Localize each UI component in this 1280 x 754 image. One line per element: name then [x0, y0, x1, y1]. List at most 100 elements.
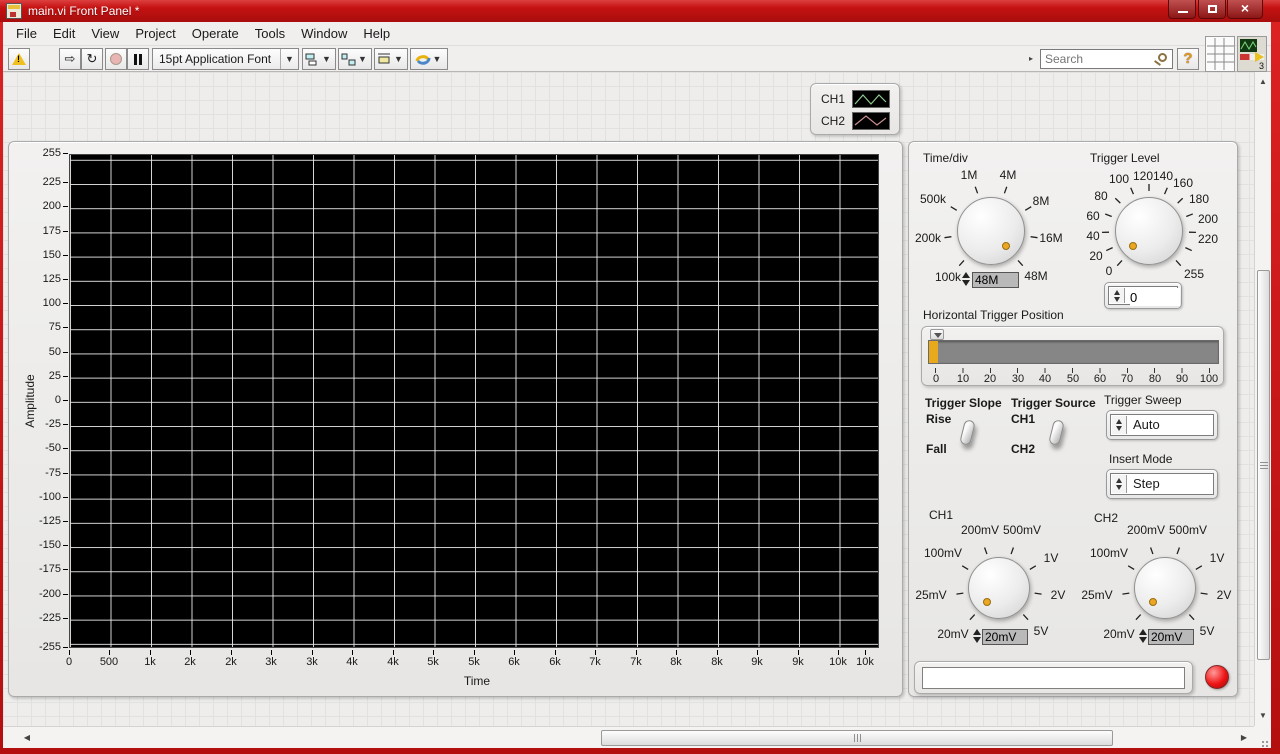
timediv-knob-indicator	[1002, 242, 1010, 250]
y-tick: 50	[15, 346, 68, 359]
ch2-scale-label: 200mV	[1126, 523, 1166, 537]
timediv-knob[interactable]	[957, 197, 1025, 265]
trigger-level-knob[interactable]	[1115, 197, 1183, 265]
x-tick: 10k	[845, 650, 885, 669]
trigger-level-spinner[interactable]	[1110, 288, 1125, 303]
trigger-sweep-control[interactable]: Auto	[1106, 410, 1218, 440]
vi-icon-button[interactable]: 3	[1237, 36, 1267, 72]
panel-grid-icon[interactable]	[1205, 36, 1235, 72]
menu-view[interactable]: View	[91, 26, 119, 41]
vertical-scroll-thumb[interactable]	[1257, 270, 1270, 660]
ch2-knob[interactable]	[1134, 557, 1196, 619]
close-button[interactable]: ×	[1227, 0, 1263, 19]
distribute-objects-button[interactable]: ▼	[338, 48, 372, 70]
ch2-spinner[interactable]	[1138, 629, 1148, 643]
trigger-source-switch[interactable]	[1048, 418, 1065, 448]
trigger-sweep-value: Auto	[1133, 417, 1160, 432]
legend-ch1-row[interactable]: CH1	[817, 88, 893, 110]
slider-pointer[interactable]	[930, 329, 944, 340]
close-icon: ×	[1240, 0, 1250, 16]
search-box	[1040, 49, 1173, 69]
menu-edit[interactable]: Edit	[53, 26, 75, 41]
abort-button[interactable]	[105, 48, 127, 70]
trigger-level-value-box	[1104, 282, 1182, 309]
vi-waveform-icon	[1240, 39, 1257, 52]
legend-ch2-row[interactable]: CH2	[817, 110, 893, 132]
slider-tick-label: 30	[1011, 373, 1025, 385]
slider-tick-label: 20	[983, 373, 997, 385]
ch1-knob-indicator	[983, 598, 991, 606]
help-icon: ?	[1183, 50, 1193, 67]
resize-objects-button[interactable]: ▼	[374, 48, 408, 70]
scroll-down-arrow[interactable]: ▼	[1255, 708, 1271, 724]
insert-mode-control[interactable]: Step	[1106, 469, 1218, 499]
menu-file[interactable]: File	[16, 26, 37, 41]
string-input[interactable]	[922, 667, 1185, 689]
search-input[interactable]	[1045, 51, 1150, 67]
trigger-sweep-spinner[interactable]	[1112, 416, 1127, 434]
plot-area[interactable]	[69, 154, 879, 648]
slider-tick-label: 10	[956, 373, 970, 385]
ch2-knob-indicator	[1149, 598, 1157, 606]
warning-list-button[interactable]	[8, 48, 30, 70]
insert-mode-spinner[interactable]	[1112, 475, 1127, 493]
ch2-scale-label: 20mV	[1103, 627, 1135, 641]
legend-ch1-swatch	[852, 90, 890, 108]
slider-track[interactable]	[928, 340, 1219, 364]
labview-app-icon	[6, 3, 22, 19]
minimize-button[interactable]	[1168, 0, 1196, 19]
trigger-slope-switch[interactable]	[959, 418, 976, 448]
run-continuous-button[interactable]: ↻	[81, 48, 103, 70]
ch1-spinner[interactable]	[972, 629, 982, 643]
switch-lever	[959, 419, 976, 446]
ch1-scale-label: 100mV	[923, 546, 963, 560]
ch2-scale-label: 500mV	[1168, 523, 1208, 537]
scroll-right-arrow[interactable]: ▶	[1236, 730, 1252, 746]
font-selector[interactable]: 15pt Application Font ▼	[152, 48, 299, 70]
x-tick: 8k	[656, 650, 696, 669]
trigger-level-scale-label: 220	[1197, 232, 1219, 246]
ch2-value[interactable]	[1148, 629, 1194, 645]
search-icon[interactable]	[1158, 53, 1167, 62]
horizontal-scroll-thumb[interactable]	[601, 730, 1113, 746]
timediv-value[interactable]	[972, 272, 1019, 288]
trigger-slope-top: Rise	[926, 412, 952, 426]
trigger-level-value[interactable]	[1130, 288, 1180, 306]
context-help-button[interactable]: ?	[1177, 48, 1199, 70]
scroll-up-arrow[interactable]: ▲	[1255, 74, 1271, 90]
toolbar: ⇨ ↻ 15pt Application Font ▼ ▼ ▼ ▼ ▼ ▸	[3, 47, 1271, 72]
horizontal-trigger-slider: 0 10 20 30 40 50 60 70 80 90 100	[921, 326, 1224, 386]
ch1-value[interactable]	[982, 629, 1028, 645]
menu-window[interactable]: Window	[301, 26, 347, 41]
resize-grip[interactable]	[1254, 726, 1271, 748]
timediv-scale-label: 1M	[960, 168, 978, 182]
timediv-spinner[interactable]	[961, 272, 971, 286]
slider-tick-label: 100	[1199, 373, 1219, 385]
align-objects-button[interactable]: ▼	[302, 48, 336, 70]
y-tick: 75	[15, 321, 68, 334]
menu-operate[interactable]: Operate	[192, 26, 239, 41]
x-tick: 4k	[373, 650, 413, 669]
ch1-knob[interactable]	[968, 557, 1030, 619]
maximize-button[interactable]	[1198, 0, 1226, 19]
run-button[interactable]: ⇨	[59, 48, 81, 70]
x-tick: 6k	[535, 650, 575, 669]
reorder-button[interactable]: ▼	[410, 48, 448, 70]
y-tick: 200	[15, 200, 68, 213]
status-led[interactable]	[1205, 665, 1229, 689]
trigger-slope-bottom: Fall	[926, 442, 947, 456]
horizontal-scrollbar: ◀ ▶	[3, 726, 1254, 748]
ch1-scale-label: 5V	[1033, 624, 1049, 638]
pause-button[interactable]	[127, 48, 149, 70]
legend-ch2-swatch	[852, 112, 890, 130]
menu-help[interactable]: Help	[363, 26, 390, 41]
menu-project[interactable]: Project	[135, 26, 175, 41]
scroll-left-arrow[interactable]: ◀	[19, 730, 35, 746]
abort-icon	[110, 53, 122, 65]
menu-tools[interactable]: Tools	[255, 26, 285, 41]
trigger-level-scale-label: 200	[1197, 212, 1219, 226]
run-continuous-icon: ↻	[86, 51, 98, 66]
slider-fill	[929, 341, 938, 363]
slider-tick-label: 70	[1120, 373, 1134, 385]
menu-bar: File Edit View Project Operate Tools Win…	[3, 22, 1271, 46]
